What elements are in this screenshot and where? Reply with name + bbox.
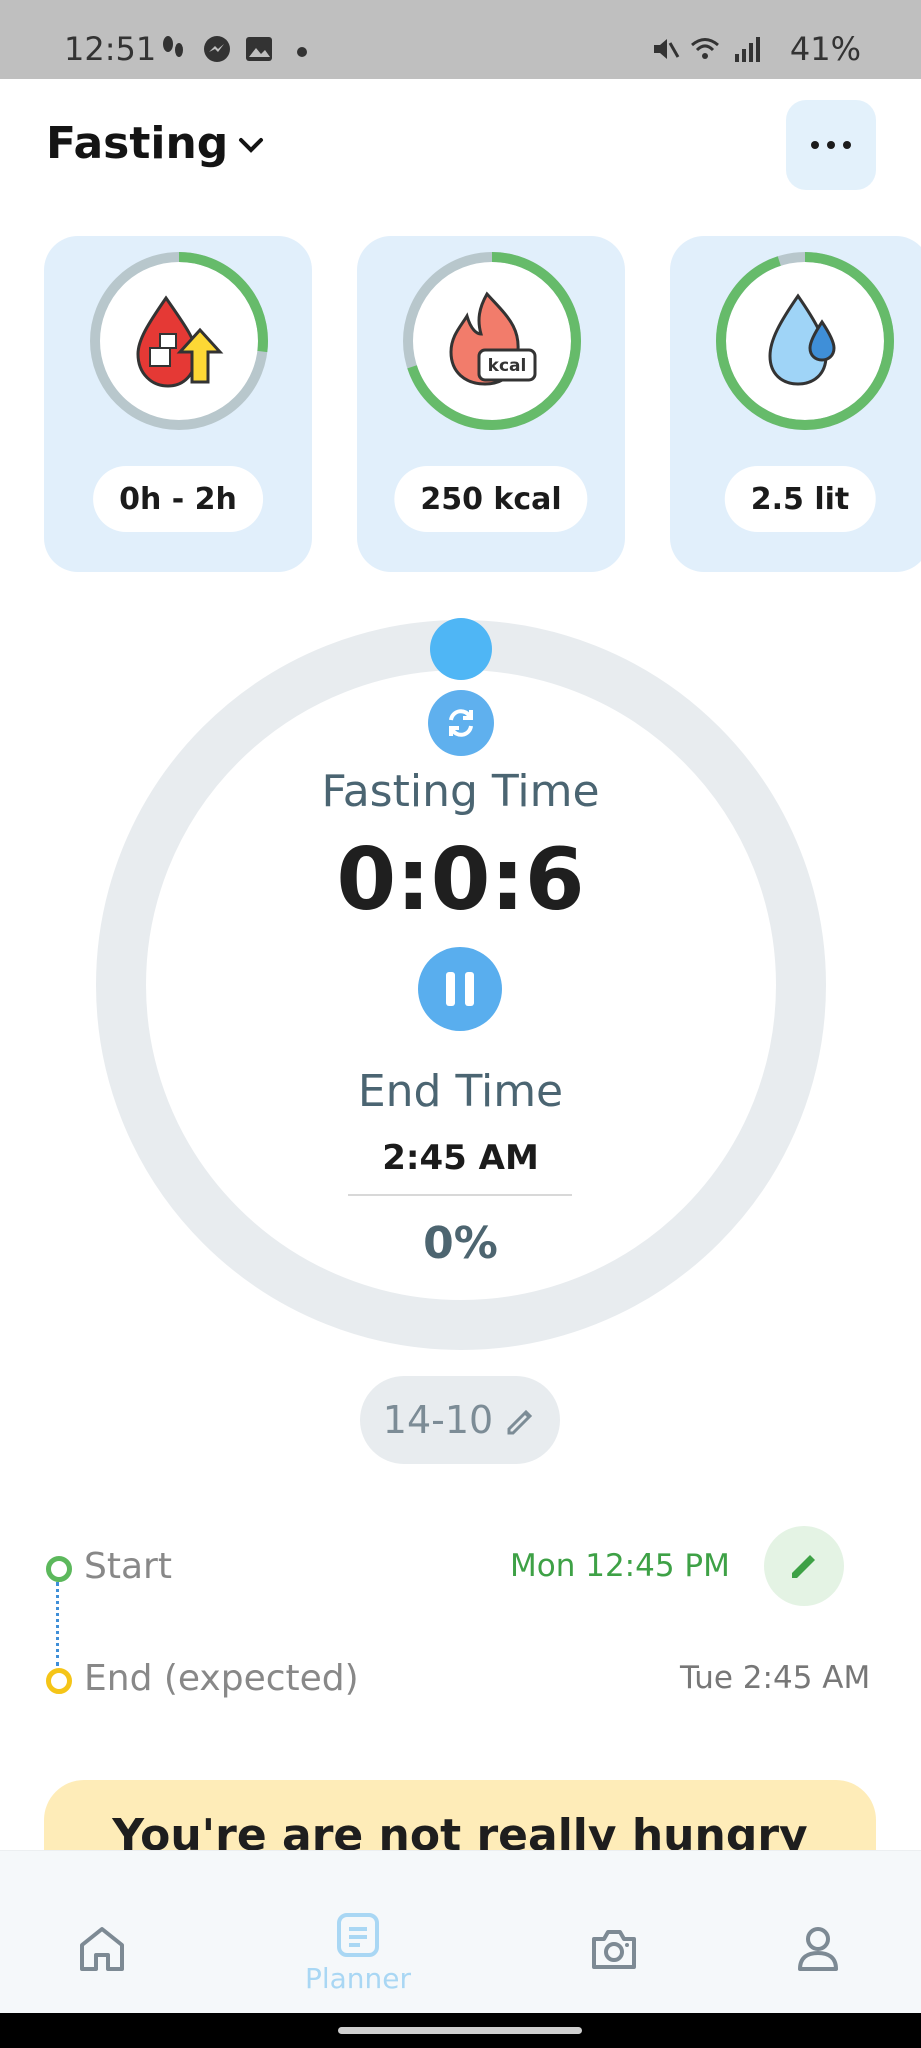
more-dot [811, 141, 819, 149]
fasting-plan-label: 14-10 [382, 1398, 494, 1442]
pencil-icon [507, 1409, 533, 1435]
more-options-button[interactable] [786, 100, 876, 190]
pencil-icon [792, 1555, 815, 1578]
page-title[interactable]: Fasting [46, 118, 228, 169]
progress-percent: 0% [423, 1218, 498, 1269]
start-value: Mon 12:45 PM [510, 1548, 730, 1584]
end-expected-value: Tue 2:45 AM [680, 1660, 871, 1696]
pause-button[interactable] [418, 947, 502, 1031]
chevron-down-icon[interactable] [236, 130, 266, 160]
water-progress-ring [716, 252, 894, 430]
bottom-navigation [0, 1850, 921, 2014]
fasting-time-value: 0:0:6 [336, 830, 585, 930]
fasting-plan-button[interactable]: 14-10 [360, 1376, 560, 1464]
progress-knob[interactable] [430, 618, 492, 680]
divider [348, 1194, 572, 1196]
nav-planner-label[interactable]: Planner [268, 1962, 448, 1995]
fasting-time-label: Fasting Time [321, 766, 600, 817]
calories-label: 250 kcal [394, 466, 588, 532]
pause-icon-bar [465, 972, 474, 1006]
water-label: 2.5 lit [724, 466, 876, 532]
status-time: 12:51 [64, 30, 157, 68]
mute-icon [654, 39, 680, 59]
start-label: Start [84, 1546, 172, 1587]
more-dot [843, 141, 851, 149]
nav-home[interactable] [12, 1851, 192, 2014]
calories-card[interactable]: kcal 250 kcal [357, 236, 625, 572]
wifi-icon [691, 38, 719, 59]
blood-sugar-card[interactable]: 0h - 2h [44, 236, 312, 572]
nav-camera[interactable] [524, 1851, 704, 2014]
messenger-icon [204, 36, 230, 62]
calories-progress-ring: kcal [403, 252, 581, 430]
edit-start-button[interactable] [764, 1526, 844, 1606]
blood-sugar-progress-ring [90, 252, 268, 430]
gallery-icon [246, 37, 272, 61]
refresh-icon [449, 709, 473, 737]
home-gesture-handle[interactable] [338, 2027, 582, 2034]
dot-icon [297, 47, 307, 57]
svg-text:kcal: kcal [488, 356, 527, 376]
pause-icon-bar [446, 972, 455, 1006]
camera-icon [592, 1930, 636, 1969]
more-dot [827, 141, 835, 149]
refresh-button[interactable] [428, 690, 494, 756]
water-card[interactable]: 2.5 lit [670, 236, 921, 572]
signal-icon [735, 37, 760, 62]
nav-profile[interactable] [728, 1851, 908, 2014]
end-expected-label: End (expected) [84, 1658, 359, 1699]
end-time-value: 2:45 AM [382, 1138, 539, 1178]
end-time-label: End Time [357, 1066, 564, 1117]
profile-icon [798, 1927, 838, 1971]
battery-level: 41% [789, 30, 861, 68]
end-marker [46, 1668, 72, 1694]
status-bar: 12:51 41% [0, 0, 921, 79]
planner-icon [337, 1913, 379, 1957]
steps-icon [163, 36, 183, 57]
start-marker [46, 1556, 72, 1582]
timeline-connector [56, 1582, 59, 1666]
blood-sugar-label: 0h - 2h [93, 466, 263, 532]
home-icon [80, 1927, 124, 1971]
